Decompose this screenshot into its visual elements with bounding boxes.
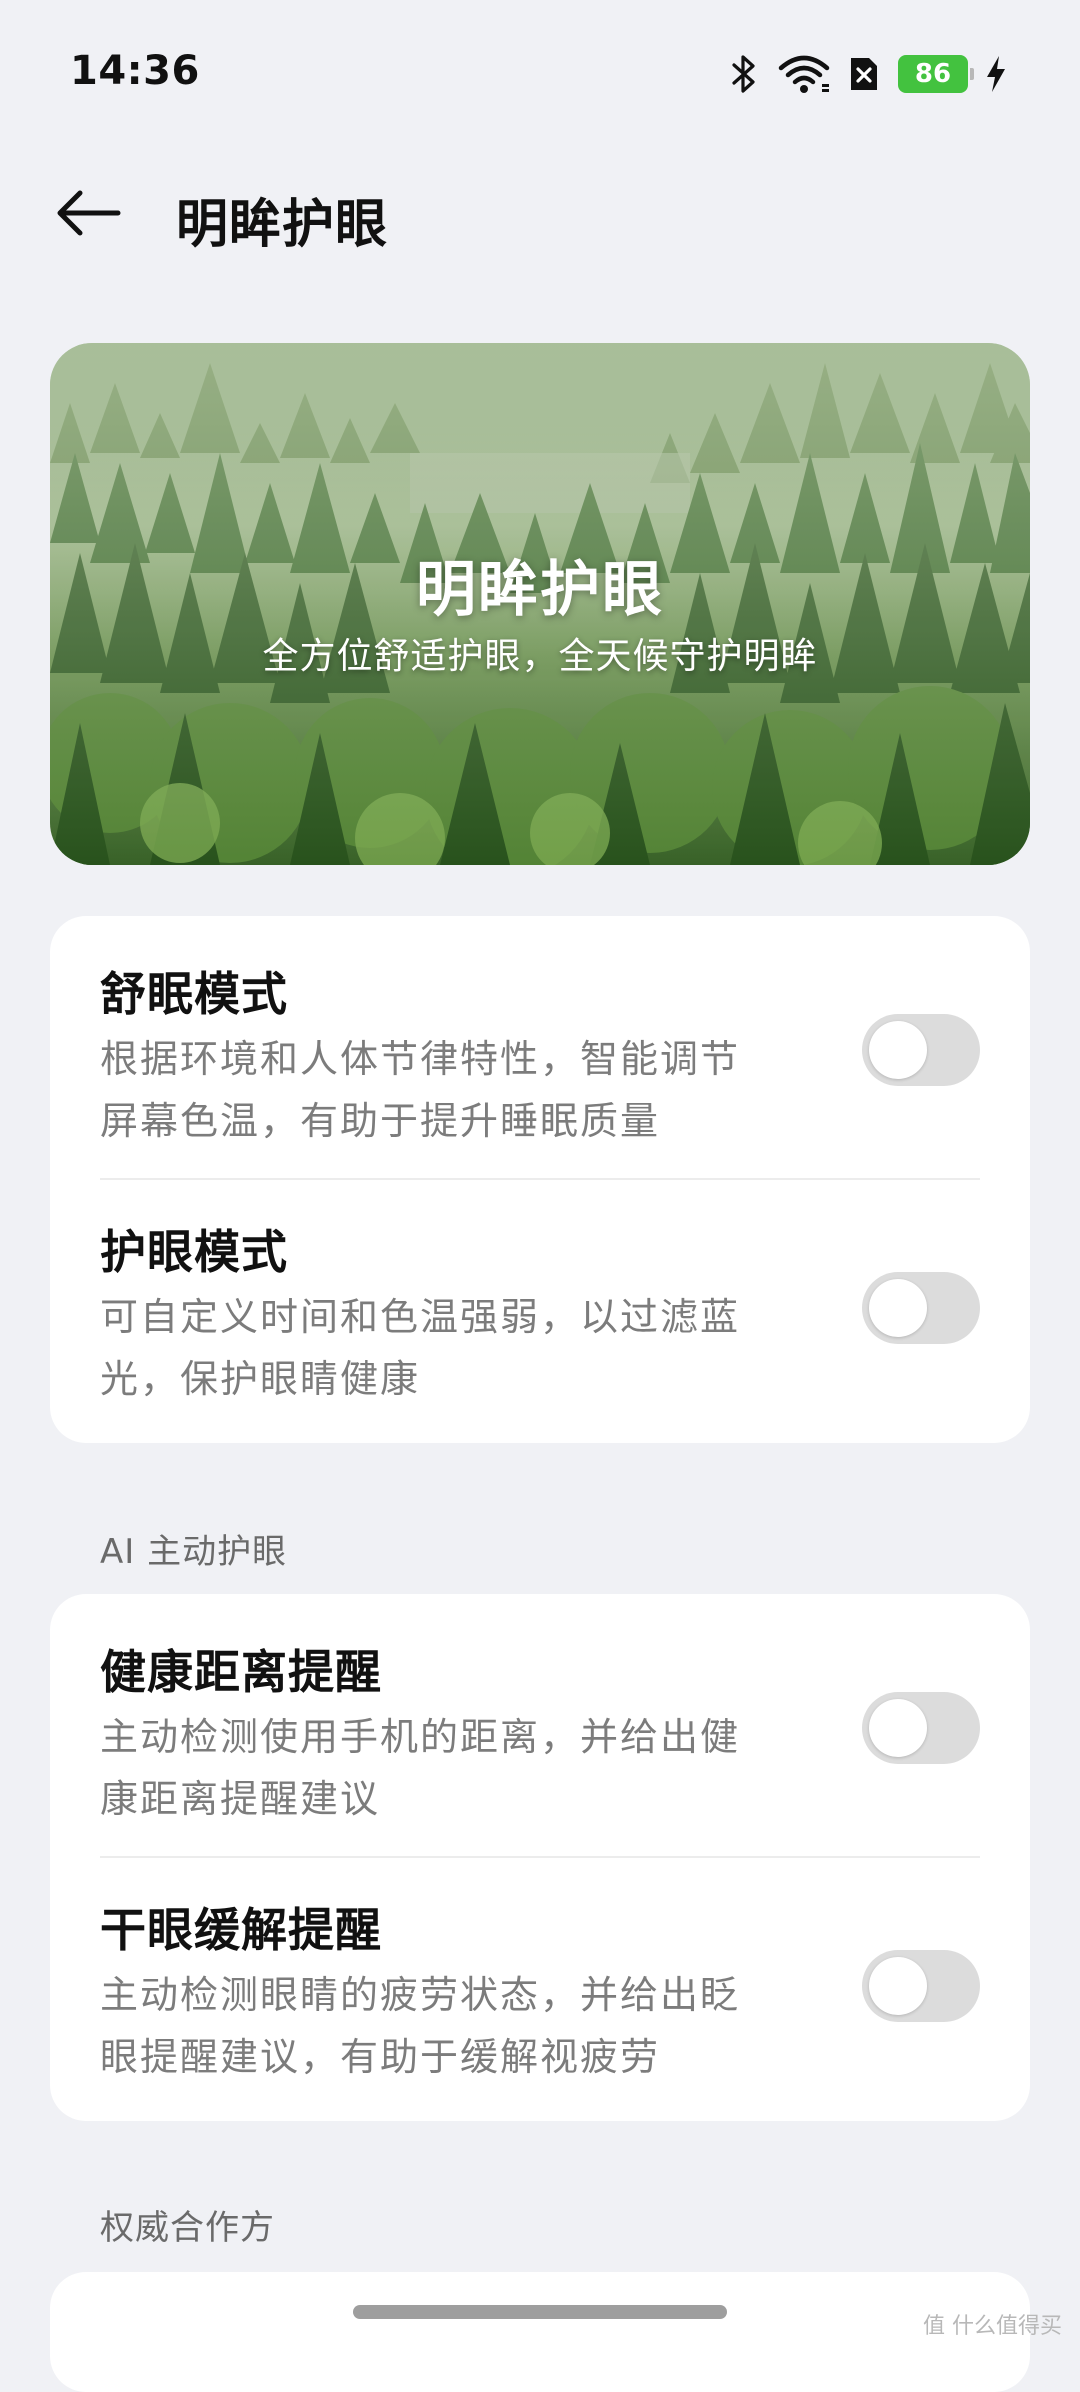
dry-eye-reminder-desc: 主动检测眼睛的疲劳状态，并给出眨 眼提醒建议，有助于缓解视疲劳	[100, 1964, 820, 2088]
distance-reminder-desc-line1: 主动检测使用手机的距离，并给出健	[100, 1715, 741, 1759]
arrow-left-icon	[54, 188, 122, 242]
eye-mode-card: 舒眠模式 根据环境和人体节律特性，智能调节 屏幕色温，有助于提升睡眠质量 护眼模…	[50, 916, 1030, 1443]
sleep-mode-desc: 根据环境和人体节律特性，智能调节 屏幕色温，有助于提升睡眠质量	[100, 1028, 820, 1152]
toggle-knob	[869, 1279, 927, 1337]
page-title: 明眸护眼	[176, 195, 389, 255]
hero-banner: 明眸护眼 全方位舒适护眼，全天候守护明眸	[50, 343, 1030, 865]
partners-card	[50, 2272, 1030, 2392]
partners-section-label: 权威合作方	[100, 2208, 275, 2248]
divider	[100, 1856, 980, 1858]
status-time: 14:36	[70, 48, 200, 94]
toggle-knob	[869, 1957, 927, 2015]
eye-care-mode-desc: 可自定义时间和色温强弱，以过滤蓝 光，保护眼睛健康	[100, 1286, 820, 1410]
bluetooth-icon	[724, 54, 764, 94]
dry-eye-reminder-desc-line2: 眼提醒建议，有助于缓解视疲劳	[100, 2035, 661, 2079]
divider	[100, 1178, 980, 1180]
home-indicator[interactable]	[353, 2305, 727, 2319]
banner-title: 明眸护眼	[416, 555, 664, 625]
sim-off-icon	[844, 54, 884, 94]
dry-eye-reminder-desc-line1: 主动检测眼睛的疲劳状态，并给出眨	[100, 1973, 741, 2017]
charging-icon	[982, 54, 1010, 94]
ai-eye-care-card: 健康距离提醒 主动检测使用手机的距离，并给出健 康距离提醒建议 干眼缓解提醒 主…	[50, 1594, 1030, 2121]
app-header: 明眸护眼	[0, 160, 1080, 270]
dry-eye-reminder-toggle[interactable]	[862, 1950, 980, 2022]
dry-eye-reminder-title: 干眼缓解提醒	[100, 1903, 382, 1957]
wifi-icon	[778, 54, 830, 94]
banner-subtitle: 全方位舒适护眼，全天候守护明眸	[262, 636, 818, 677]
distance-reminder-toggle[interactable]	[862, 1692, 980, 1764]
distance-reminder-desc-line2: 康距离提醒建议	[100, 1777, 381, 1821]
sleep-mode-desc-line2: 屏幕色温，有助于提升睡眠质量	[100, 1099, 661, 1143]
eye-care-mode-desc-line2: 光，保护眼睛健康	[100, 1357, 421, 1401]
sleep-mode-toggle[interactable]	[862, 1014, 980, 1086]
distance-reminder-desc: 主动检测使用手机的距离，并给出健 康距离提醒建议	[100, 1706, 820, 1830]
sleep-mode-desc-line1: 根据环境和人体节律特性，智能调节	[100, 1037, 741, 1081]
status-bar: 14:36 86	[0, 0, 1080, 150]
sleep-mode-title: 舒眠模式	[100, 967, 288, 1021]
watermark: 值 什么值得买	[923, 2314, 1062, 2339]
ai-section-label: AI 主动护眼	[100, 1532, 288, 1572]
toggle-knob	[869, 1021, 927, 1079]
eye-care-mode-desc-line1: 可自定义时间和色温强弱，以过滤蓝	[100, 1295, 741, 1339]
status-icons: 86	[724, 50, 1010, 98]
distance-reminder-title: 健康距离提醒	[100, 1645, 382, 1699]
eye-care-mode-toggle[interactable]	[862, 1272, 980, 1344]
back-button[interactable]	[48, 180, 128, 250]
battery-icon: 86	[898, 55, 974, 93]
eye-care-mode-title: 护眼模式	[100, 1225, 288, 1279]
toggle-knob	[869, 1699, 927, 1757]
